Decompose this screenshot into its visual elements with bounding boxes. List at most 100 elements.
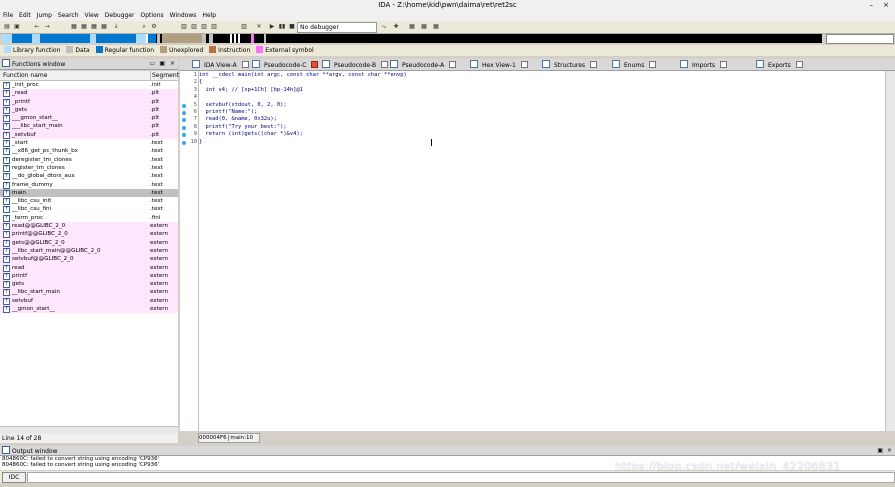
function-row[interactable]: f setvbuf extern bbox=[0, 296, 178, 306]
float-icon[interactable]: ▣ bbox=[159, 59, 165, 69]
breakpoint-dot-icon[interactable] bbox=[182, 103, 186, 108]
pseudocode-vertical-scrollbar[interactable] bbox=[885, 71, 895, 431]
idc-button[interactable]: IDC bbox=[2, 472, 26, 483]
function-row[interactable]: f __libc_csu_fini .text bbox=[0, 205, 178, 214]
open-folder-icon[interactable]: ▤ bbox=[3, 23, 11, 31]
menu-options[interactable]: Options bbox=[140, 12, 163, 19]
code-line[interactable]: 6 printf("Name:"); bbox=[182, 109, 442, 116]
code-line[interactable]: 8 printf("Try your best:"); bbox=[182, 124, 442, 131]
tab-imports[interactable]: Imports bbox=[680, 60, 728, 69]
tab-close-icon[interactable] bbox=[649, 61, 657, 68]
function-row[interactable]: f ___libc_start_main .plt bbox=[0, 122, 178, 131]
tab-close-icon[interactable] bbox=[520, 61, 528, 68]
function-row[interactable]: f _gets .plt bbox=[0, 105, 178, 115]
toolbar-icon[interactable]: ▥ bbox=[210, 23, 218, 31]
play-icon[interactable]: ▶ bbox=[268, 23, 276, 31]
menu-debugger[interactable]: Debugger bbox=[105, 12, 135, 19]
menu-windows[interactable]: Windows bbox=[170, 12, 197, 19]
close-icon[interactable]: × bbox=[170, 59, 175, 69]
breakpoint-dot-icon[interactable] bbox=[182, 111, 186, 115]
menu-edit[interactable]: Edit bbox=[19, 12, 31, 19]
tab-pseudocode-a[interactable]: Pseudocode-A bbox=[390, 60, 457, 69]
toolbar-icon[interactable]: ▥ bbox=[190, 23, 198, 31]
breakpoint-dot-icon[interactable] bbox=[182, 140, 186, 145]
function-row[interactable]: f deregister_tm_clones .text bbox=[0, 156, 178, 164]
pin-icon[interactable]: ▭ bbox=[149, 59, 155, 69]
menu-view[interactable]: View bbox=[85, 12, 99, 19]
function-row[interactable]: f __libc_start_main@@GLIBC_2_0 extern bbox=[0, 246, 178, 256]
code-line[interactable]: 9 return (int)gets((char *)&v4); bbox=[182, 131, 442, 138]
function-row[interactable]: f setvbuf@@GLIBC_2_0 extern bbox=[0, 255, 178, 264]
save-icon[interactable]: ▣ bbox=[13, 23, 21, 31]
function-row[interactable]: f frame_dummy .text bbox=[0, 181, 178, 189]
tab-pseudocode-b[interactable]: Pseudocode-B bbox=[322, 60, 389, 69]
code-line[interactable]: 10} bbox=[182, 139, 442, 146]
code-line[interactable]: 3 int v4; // [sp+1Ch] [bp-14h]@1 bbox=[182, 87, 442, 94]
command-input[interactable] bbox=[27, 472, 895, 483]
function-row[interactable]: f _read .plt bbox=[0, 89, 178, 98]
pause-icon[interactable]: ▮▮ bbox=[278, 23, 286, 31]
function-row[interactable]: f __x86_get_pc_thunk_bx .text bbox=[0, 147, 178, 156]
tab-structures[interactable]: Structures bbox=[542, 60, 598, 69]
function-row[interactable]: f __libc_csu_init .text bbox=[0, 197, 178, 206]
tab-hex-view-1[interactable]: Hex View-1 bbox=[470, 60, 528, 69]
code-line[interactable]: 1 int __cdecl main(int argc, const char *… bbox=[182, 72, 442, 79]
toolbar-icon[interactable]: ▥ bbox=[180, 23, 188, 31]
function-row[interactable]: f ___gmon_start__ .plt bbox=[0, 114, 178, 123]
tab-close-icon[interactable] bbox=[795, 61, 803, 68]
stop-icon[interactable]: ■ bbox=[288, 23, 296, 31]
tab-enums[interactable]: Enums bbox=[612, 60, 657, 69]
function-row[interactable]: f _init_proc .init bbox=[0, 81, 178, 89]
tab-close-icon[interactable] bbox=[311, 61, 319, 68]
toolbar-icon[interactable]: ▦ bbox=[432, 23, 440, 31]
function-row[interactable]: f gets extern bbox=[0, 280, 178, 289]
menu-file[interactable]: File bbox=[3, 12, 13, 19]
gear-icon[interactable]: ⚙ bbox=[150, 23, 158, 31]
code-line[interactable]: 5 setvbuf(stdout, 0, 2, 0); bbox=[182, 102, 442, 109]
toolbar-icon[interactable]: ▦ bbox=[80, 23, 88, 31]
function-row[interactable]: f _setvbuf .plt bbox=[0, 130, 178, 140]
download-arrow-icon[interactable]: ↓ bbox=[112, 23, 120, 31]
function-row[interactable]: f register_tm_clones .text bbox=[0, 164, 178, 172]
segment-select[interactable] bbox=[826, 34, 894, 44]
toolbar-icon[interactable]: ▥ bbox=[240, 23, 248, 31]
back-arrow-icon[interactable]: ← bbox=[33, 23, 41, 31]
cancel-x-icon[interactable]: ✕ bbox=[255, 23, 263, 31]
function-row[interactable]: f _start .text bbox=[0, 139, 178, 148]
close-icon[interactable]: × bbox=[887, 446, 892, 455]
toolbar-icon[interactable]: ⤷ bbox=[380, 23, 388, 31]
column-segment[interactable]: Segment bbox=[150, 71, 179, 80]
close-icon[interactable]: × bbox=[883, 0, 889, 11]
toolbar-icon[interactable]: ▦ bbox=[70, 23, 78, 31]
forward-arrow-icon[interactable]: → bbox=[43, 23, 51, 31]
toolbar-icon[interactable]: ✚ bbox=[392, 23, 400, 31]
function-row[interactable]: f read@@GLIBC_2_0 extern bbox=[0, 222, 178, 231]
code-line[interactable]: 7 read(0, &name, 0x32u); bbox=[182, 116, 442, 123]
tab-close-icon[interactable] bbox=[449, 61, 457, 68]
search-icon[interactable]: ⌕ bbox=[140, 23, 148, 31]
minimize-icon[interactable]: – bbox=[870, 0, 874, 11]
column-function-name[interactable]: Function name bbox=[3, 71, 47, 80]
function-row[interactable]: f __gmon_start__ extern bbox=[0, 305, 178, 314]
toolbar-icon[interactable]: ▥ bbox=[200, 23, 208, 31]
toolbar-icon[interactable]: ▦ bbox=[100, 23, 108, 31]
function-row[interactable]: f _printf .plt bbox=[0, 97, 178, 106]
function-row[interactable]: f main .text bbox=[0, 188, 178, 198]
function-row[interactable]: f __libc_start_main extern bbox=[0, 288, 178, 297]
tab-close-icon[interactable] bbox=[241, 61, 249, 68]
debugger-select[interactable]: No debugger bbox=[297, 22, 377, 33]
tab-close-icon[interactable] bbox=[381, 61, 389, 68]
code-line[interactable]: 2{ bbox=[182, 79, 442, 86]
tab-exports[interactable]: Exports bbox=[756, 60, 803, 69]
tab-close-icon[interactable] bbox=[720, 61, 728, 68]
menu-search[interactable]: Search bbox=[58, 12, 79, 19]
function-row[interactable]: f printf@@GLIBC_2_0 extern bbox=[0, 230, 178, 239]
menu-help[interactable]: Help bbox=[202, 12, 216, 19]
function-row[interactable]: f gets@@GLIBC_2_0 extern bbox=[0, 238, 178, 247]
function-row[interactable]: f read extern bbox=[0, 263, 178, 272]
function-row[interactable]: f printf extern bbox=[0, 271, 178, 281]
menu-jump[interactable]: Jump bbox=[37, 12, 52, 19]
function-row[interactable]: f _term_proc .fini bbox=[0, 214, 178, 222]
toolbar-icon[interactable]: ▦ bbox=[420, 23, 428, 31]
tab-pseudocode-c[interactable]: Pseudocode-C bbox=[252, 60, 319, 69]
